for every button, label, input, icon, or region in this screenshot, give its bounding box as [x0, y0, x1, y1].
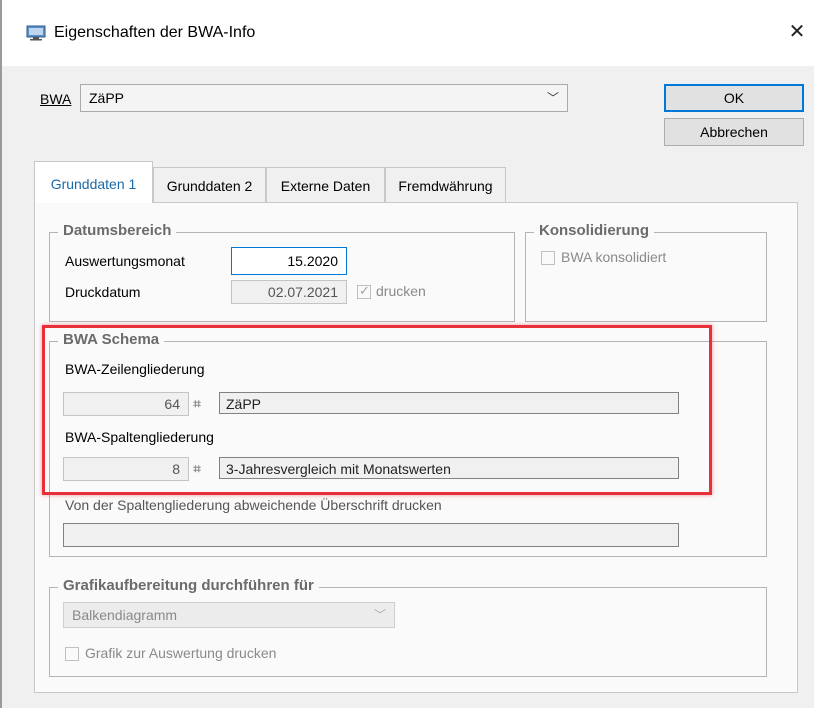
bwa-label: BWA [40, 91, 72, 107]
bwa-select[interactable]: ZäPP ﹀ [80, 84, 568, 112]
konsolidierung-group: Konsolidierung [525, 222, 767, 322]
konsolidierung-title: Konsolidierung [534, 222, 654, 239]
ok-button[interactable]: OK [664, 84, 804, 112]
grafik-drucken-checkbox[interactable] [65, 647, 79, 661]
grafik-group: Grafikaufbereitung durchführen für [49, 577, 767, 677]
bwa-konsolidiert-checkbox[interactable] [541, 251, 555, 265]
close-button[interactable]: ✕ [780, 14, 814, 50]
datumsbereich-group: Datumsbereich [49, 222, 515, 322]
dialog-window: Eigenschaften der BWA-Info ✕ BWA ZäPP ﹀ … [0, 0, 814, 708]
diagram-type-value: Balkendiagramm [72, 607, 178, 623]
datumsbereich-title: Datumsbereich [58, 222, 177, 239]
grafik-title: Grafikaufbereitung durchführen für [58, 577, 319, 594]
window-icon [26, 25, 46, 41]
bwa-select-value: ZäPP [89, 90, 125, 106]
tab-externe-daten[interactable]: Externe Daten [266, 167, 385, 202]
tab-grunddaten-1[interactable]: Grunddaten 1 [34, 161, 153, 203]
chevron-down-icon: ﹀ [373, 608, 386, 622]
highlight-annotation [42, 325, 712, 495]
bwa-konsolidiert-label: BWA konsolidiert [561, 249, 667, 265]
auswertungsmonat-input[interactable]: 15.2020 [231, 247, 347, 275]
tab-fremdwaehrung[interactable]: Fremdwährung [385, 167, 506, 202]
close-icon: ✕ [788, 21, 806, 43]
ueberschrift-label: Von der Spaltengliederung abweichende Üb… [65, 497, 442, 513]
druckdatum-label: Druckdatum [65, 284, 141, 300]
auswertungsmonat-label: Auswertungsmonat [65, 253, 185, 269]
drucken-label: drucken [376, 283, 426, 299]
window-title: Eigenschaften der BWA-Info [54, 24, 256, 41]
ueberschrift-input[interactable] [63, 523, 679, 547]
chevron-down-icon: ﹀ [546, 91, 559, 105]
druckdatum-field[interactable]: 02.07.2021 [231, 280, 347, 304]
tab-grunddaten-2[interactable]: Grunddaten 2 [153, 167, 266, 202]
diagram-type-select[interactable]: Balkendiagramm ﹀ [63, 602, 395, 628]
title-bar: Eigenschaften der BWA-Info ✕ [2, 0, 814, 66]
grafik-drucken-label: Grafik zur Auswertung drucken [85, 645, 277, 661]
drucken-checkbox[interactable] [357, 283, 371, 299]
cancel-button[interactable]: Abbrechen [664, 118, 804, 146]
